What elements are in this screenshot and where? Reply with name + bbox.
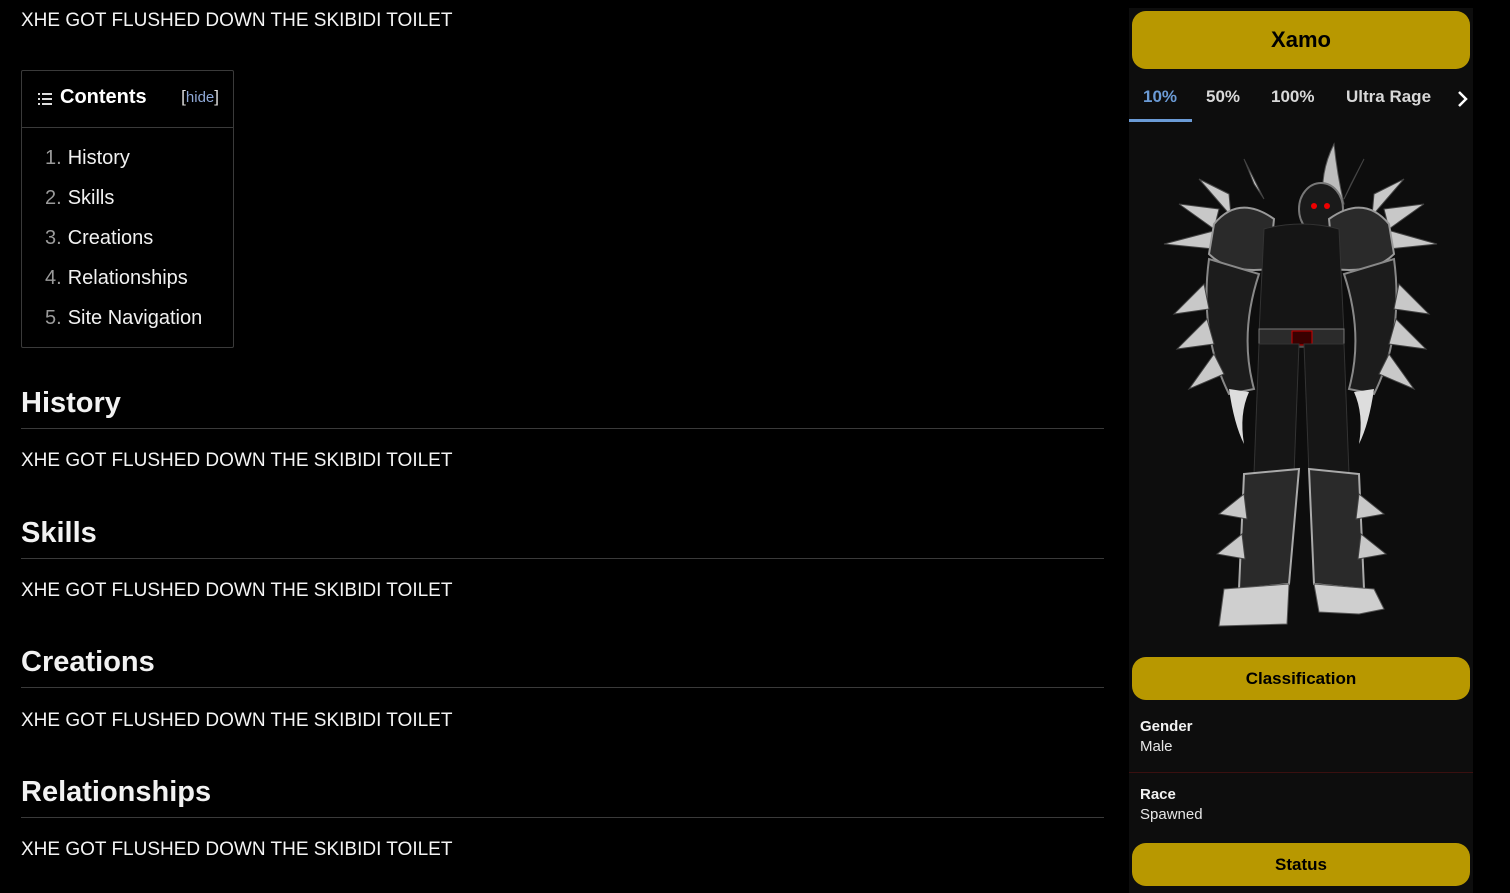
toc-hide-link[interactable]: hide	[186, 89, 214, 106]
tab-ultra-rage[interactable]: Ultra Rage	[1346, 87, 1431, 107]
toc-item-relationships[interactable]: 4. Relationships	[45, 267, 188, 290]
section-heading-history: History	[21, 387, 1104, 429]
section-body-skills: XHE GOT FLUSHED DOWN THE SKIBIDI TOILET	[21, 580, 453, 601]
toc-item-label: History	[67, 147, 130, 169]
toc-item-number: 5.	[45, 307, 62, 329]
toc-header: Contents [hide]	[22, 71, 233, 128]
field-gender: Gender Male	[1140, 718, 1193, 755]
field-value: Male	[1140, 738, 1173, 755]
toc-item-number: 4.	[45, 267, 62, 289]
armored-character-image	[1163, 142, 1438, 627]
toc-item-label: Creations	[67, 227, 154, 249]
bracket-close: ]	[214, 87, 219, 106]
field-label: Race	[1140, 786, 1176, 803]
section-body-creations: XHE GOT FLUSHED DOWN THE SKIBIDI TOILET	[21, 710, 453, 731]
field-label: Gender	[1140, 718, 1193, 735]
section-body-relationships: XHE GOT FLUSHED DOWN THE SKIBIDI TOILET	[21, 839, 453, 860]
section-heading-relationships: Relationships	[21, 776, 1104, 818]
page: XHE GOT FLUSHED DOWN THE SKIBIDI TOILET …	[0, 0, 1510, 893]
character-infobox: Xamo 10% 50% 100% Ultra Rage Classificat…	[1129, 8, 1473, 893]
toc-item-label: Skills	[67, 187, 115, 209]
field-value: Spawned	[1140, 806, 1203, 823]
table-of-contents: Contents [hide] 1. History 2. Skills 3. Cre…	[21, 70, 234, 348]
toc-item-creations[interactable]: 3. Creations	[45, 227, 153, 250]
toc-item-label: Site Navigation	[67, 307, 203, 329]
tab-10-percent[interactable]: 10%	[1143, 87, 1177, 107]
form-tabs: 10% 50% 100% Ultra Rage	[1129, 80, 1473, 122]
toc-hide-toggle[interactable]: [hide]	[181, 87, 219, 107]
toc-item-history[interactable]: 1. History	[45, 147, 130, 170]
status-heading: Status	[1132, 843, 1470, 886]
toc-item-number: 2.	[45, 187, 62, 209]
list-icon	[38, 93, 52, 105]
toc-title: Contents	[60, 86, 147, 108]
classification-heading: Classification	[1132, 657, 1470, 700]
tab-50-percent[interactable]: 50%	[1206, 87, 1240, 107]
toc-item-skills[interactable]: 2. Skills	[45, 187, 114, 210]
section-heading-skills: Skills	[21, 517, 1104, 559]
chevron-right-icon[interactable]	[1455, 89, 1471, 109]
section-body-history: XHE GOT FLUSHED DOWN THE SKIBIDI TOILET	[21, 450, 453, 471]
field-race: Race Spawned	[1140, 786, 1203, 823]
active-tab-indicator	[1129, 119, 1192, 122]
intro-text: XHE GOT FLUSHED DOWN THE SKIBIDI TOILET	[21, 10, 453, 31]
toc-item-label: Relationships	[67, 267, 188, 289]
section-heading-creations: Creations	[21, 646, 1104, 688]
tab-100-percent[interactable]: 100%	[1271, 87, 1314, 107]
toc-item-site-navigation[interactable]: 5. Site Navigation	[45, 307, 202, 330]
toc-item-number: 3.	[45, 227, 62, 249]
infobox-title: Xamo	[1132, 11, 1470, 69]
toc-item-number: 1.	[45, 147, 62, 169]
field-divider	[1129, 772, 1473, 773]
